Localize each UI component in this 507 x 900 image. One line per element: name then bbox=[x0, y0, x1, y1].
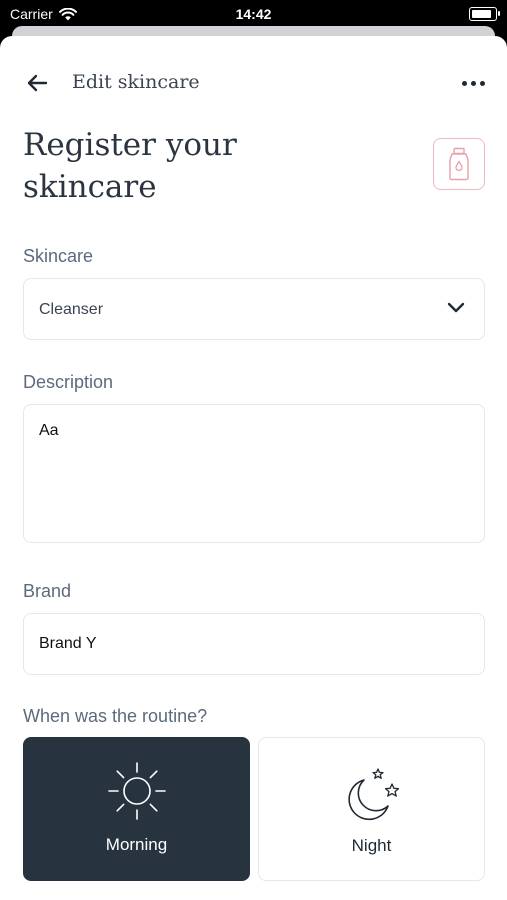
arrow-left-icon bbox=[27, 74, 48, 92]
routine-option-night[interactable]: Night bbox=[258, 737, 485, 881]
more-dot bbox=[479, 80, 485, 86]
product-type-badge bbox=[433, 138, 485, 190]
navigation-bar: Edit skincare bbox=[0, 62, 507, 102]
skincare-select[interactable]: Cleanser bbox=[23, 278, 485, 340]
chevron-down-icon bbox=[447, 302, 465, 313]
sun-icon bbox=[107, 762, 166, 820]
status-bar: Carrier 14:42 bbox=[0, 0, 507, 28]
clock: 14:42 bbox=[235, 6, 272, 22]
more-options-button[interactable] bbox=[457, 70, 489, 96]
brand-input-value: Brand Y bbox=[39, 635, 97, 652]
moon-stars-icon bbox=[347, 768, 399, 821]
routine-label: When was the routine? bbox=[23, 706, 208, 726]
back-button[interactable] bbox=[22, 68, 52, 98]
skincare-label: Skincare bbox=[23, 246, 94, 266]
description-textarea[interactable]: Aa bbox=[23, 404, 485, 543]
brand-input[interactable]: Brand Y bbox=[23, 613, 485, 675]
description-label: Description bbox=[23, 372, 114, 392]
nav-title: Edit skincare bbox=[72, 71, 200, 93]
more-dot bbox=[470, 80, 476, 86]
routine-option-label: Morning bbox=[105, 835, 168, 854]
skincare-select-value: Cleanser bbox=[39, 301, 104, 318]
cleanser-bottle-icon bbox=[449, 147, 469, 181]
more-horizontal-icon bbox=[461, 80, 467, 86]
brand-label: Brand bbox=[23, 581, 72, 601]
battery-icon bbox=[469, 7, 500, 21]
routine-option-label: Night bbox=[351, 836, 392, 855]
battery-level bbox=[472, 10, 491, 18]
edit-skincare-sheet: Edit skincare Register your skincare Ski… bbox=[0, 36, 507, 900]
routine-option-morning[interactable]: Morning bbox=[23, 737, 250, 881]
description-placeholder: Aa bbox=[39, 422, 59, 439]
page-title: Register your skincare bbox=[23, 127, 237, 205]
